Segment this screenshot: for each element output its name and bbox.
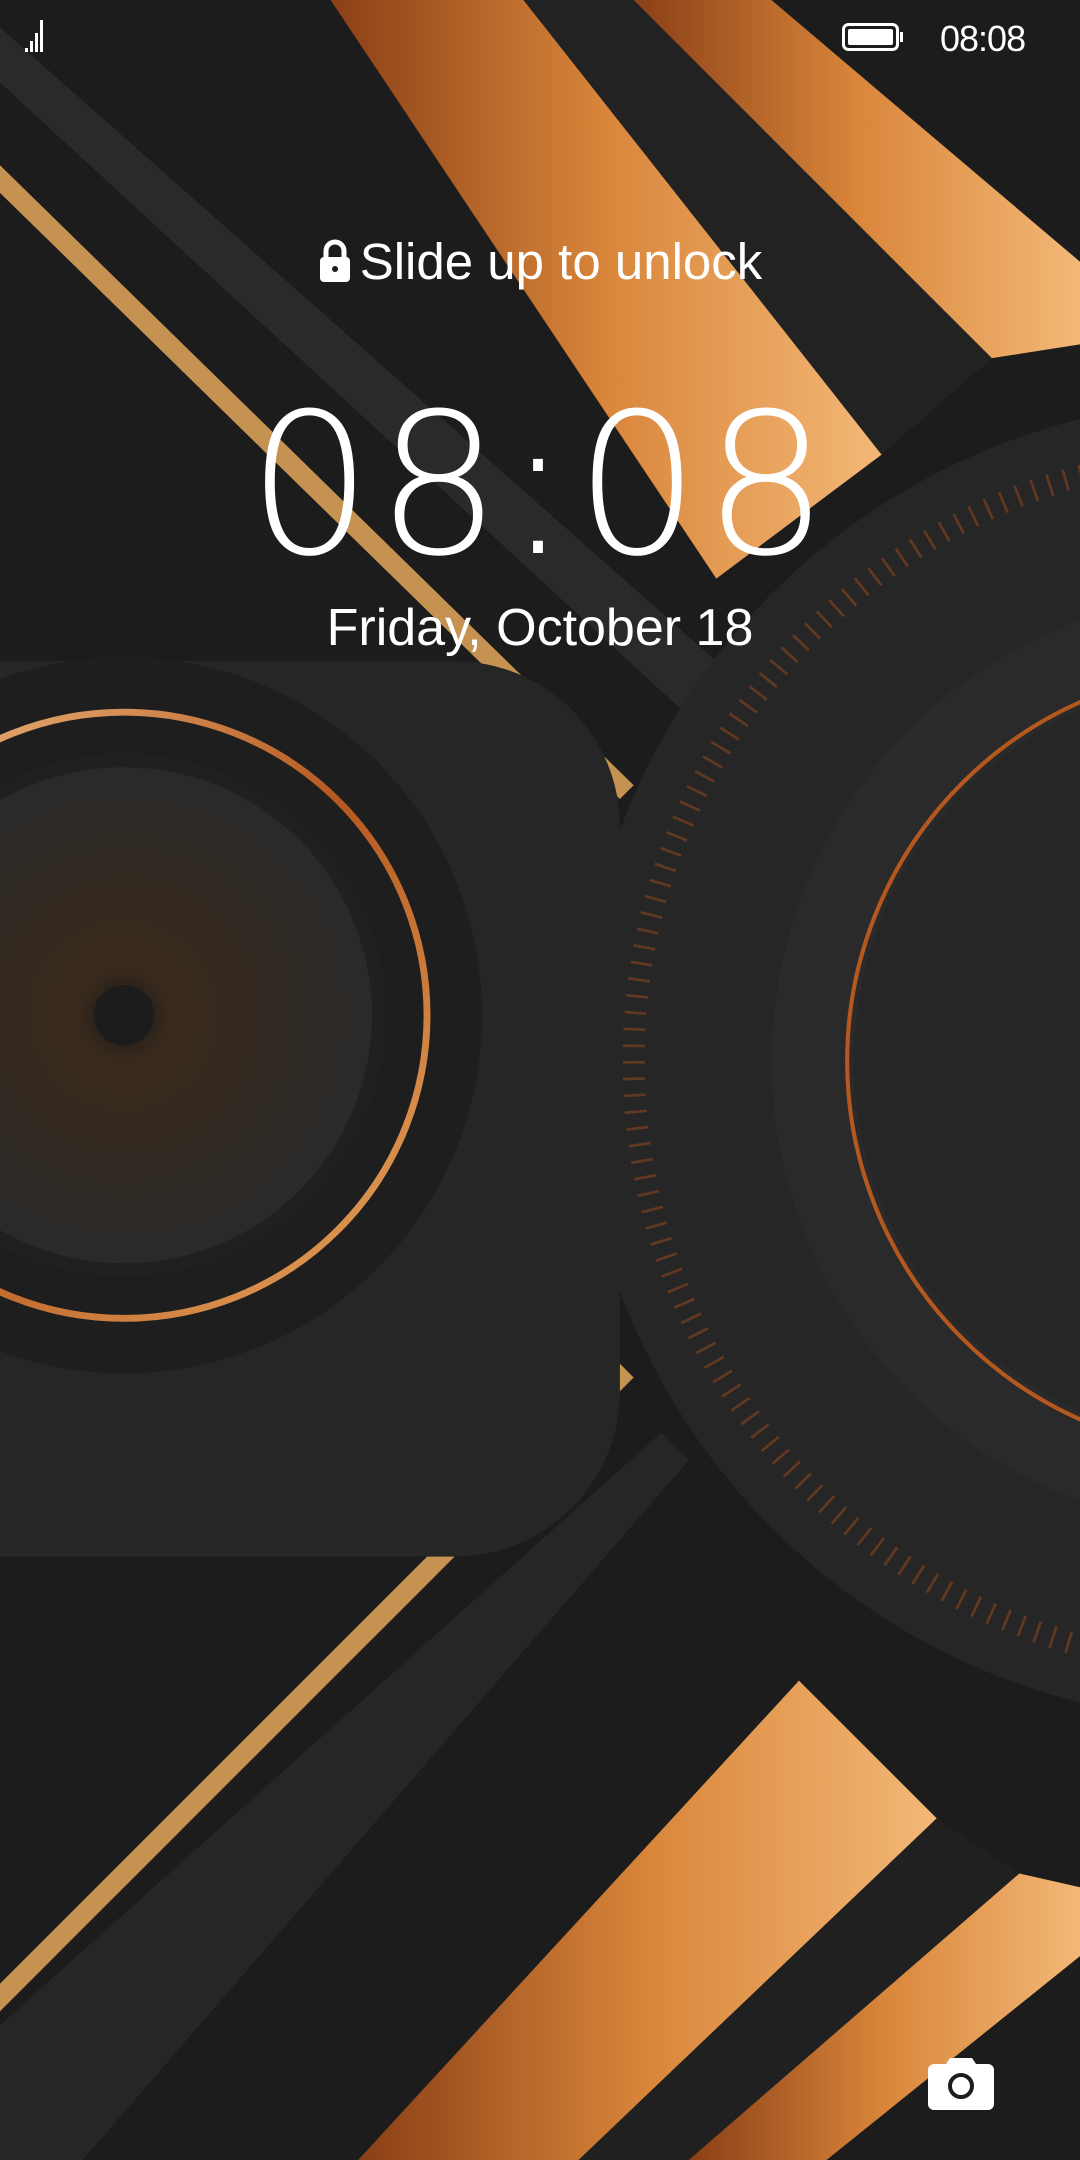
camera-icon[interactable] [928,2058,994,2110]
status-bar: 08:08 [0,0,1080,75]
clock-text: 08:08 [247,372,833,600]
wallpaper [0,0,1080,2160]
battery-full-icon [842,23,903,51]
unlock-hint[interactable]: Slide up to unlock [0,232,1080,291]
lock-date: Friday, October 18 [326,599,754,657]
signal-bars-icon [25,20,43,52]
status-time: 08:08 [940,18,1026,59]
lock-clock: 08:08 [0,372,1080,600]
lock-icon [319,239,350,282]
unlock-hint-text: Slide up to unlock [359,233,763,290]
